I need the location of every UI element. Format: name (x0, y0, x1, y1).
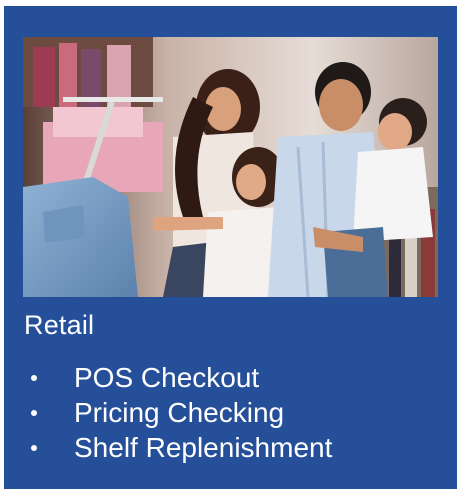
card-title: Retail (24, 310, 95, 340)
bullet-icon (31, 374, 37, 381)
list-item-label: Pricing Checking (74, 397, 285, 428)
list-item-label: POS Checkout (74, 362, 260, 393)
bullet-icon (31, 444, 37, 451)
list-item: Pricing Checking (20, 395, 332, 430)
feature-list: POS Checkout Pricing Checking Shelf Repl… (20, 360, 332, 465)
bullet-icon (31, 409, 37, 416)
family-shopping-photo (23, 37, 438, 297)
list-item: Shelf Replenishment (20, 430, 332, 465)
retail-card: Retail POS Checkout Pricing Checking She… (4, 6, 457, 489)
list-item-label: Shelf Replenishment (74, 432, 333, 463)
list-item: POS Checkout (20, 360, 332, 395)
